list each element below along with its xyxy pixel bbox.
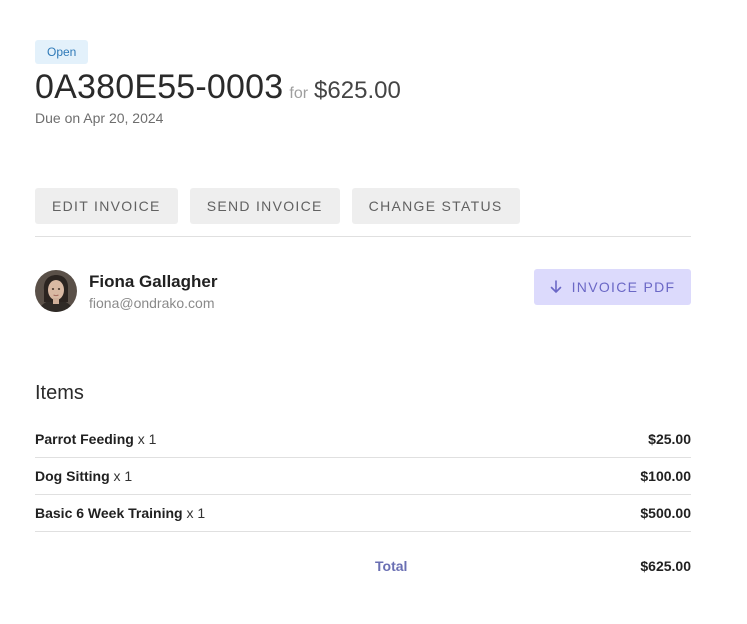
invoice-title: 0A380E55-0003 for $625.00: [35, 68, 401, 107]
item-name: Basic 6 Week Training: [35, 505, 183, 521]
item-quantity: x 1: [186, 505, 206, 521]
avatar: [35, 270, 77, 312]
items-heading: Items: [35, 382, 84, 404]
customer-name: Fiona Gallagher: [89, 272, 218, 291]
customer-email: fiona@ondrako.com: [89, 295, 215, 311]
items-list: Parrot Feeding x 1 $25.00 Dog Sitting x …: [35, 421, 691, 532]
invoice-pdf-label: INVOICE PDF: [571, 279, 676, 295]
divider: [35, 236, 691, 237]
item-price: $100.00: [640, 468, 691, 484]
for-label: for: [289, 85, 309, 102]
item-quantity: x 1: [137, 431, 157, 447]
item-price: $25.00: [648, 431, 691, 447]
change-status-button[interactable]: CHANGE STATUS: [351, 188, 520, 224]
status-badge: Open: [35, 40, 89, 64]
send-invoice-button[interactable]: SEND INVOICE: [189, 188, 340, 224]
item-name: Parrot Feeding: [35, 431, 134, 447]
invoice-pdf-button[interactable]: INVOICE PDF: [534, 269, 691, 305]
item-price: $500.00: [640, 505, 691, 521]
item-quantity: x 1: [113, 468, 133, 484]
due-date: Due on Apr 20, 2024: [35, 110, 164, 126]
total-label: Total: [375, 558, 408, 574]
invoice-amount: $625.00: [314, 77, 401, 104]
list-item: Basic 6 Week Training x 1 $500.00: [35, 495, 691, 532]
list-item: Parrot Feeding x 1 $25.00: [35, 421, 691, 458]
total-value: $625.00: [640, 558, 691, 574]
invoice-number: 0A380E55-0003: [35, 68, 284, 106]
item-name: Dog Sitting: [35, 468, 110, 484]
invoice-page: Open 0A380E55-0003 for $625.00 Due on Ap…: [0, 0, 747, 624]
list-item: Dog Sitting x 1 $100.00: [35, 458, 691, 495]
action-bar: EDIT INVOICE SEND INVOICE CHANGE STATUS: [35, 188, 532, 224]
arrow-down-icon: [550, 280, 561, 293]
edit-invoice-button[interactable]: EDIT INVOICE: [35, 188, 178, 224]
